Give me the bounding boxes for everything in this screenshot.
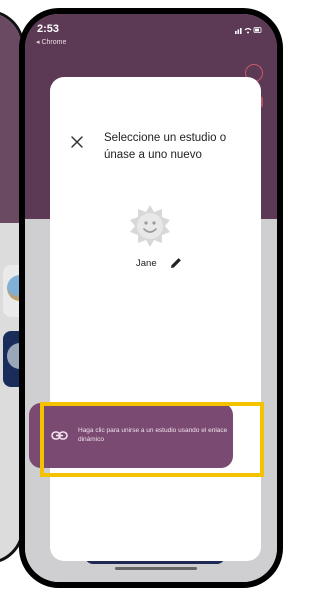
study-selection-modal: Seleccione un estudio o únase a uno nuev…	[50, 77, 261, 561]
join-study-link-label: Haga clic para unirse a un estudio usand…	[78, 427, 228, 443]
join-study-link-button[interactable]: Haga clic para unirse a un estudio usand…	[29, 403, 233, 468]
user-name: Jane	[136, 258, 157, 269]
status-bar: 2:53 ◂ Chrome	[25, 14, 277, 54]
back-to-app-link[interactable]: ◂ Chrome	[36, 38, 66, 46]
modal-title: Seleccione un estudio o únase a uno nuev…	[104, 132, 227, 161]
home-indicator	[115, 567, 197, 570]
status-icons	[235, 26, 263, 36]
phone-screen: 2:53 ◂ Chrome Seleccione un estudio o ún…	[25, 14, 277, 582]
status-time: 2:53	[37, 23, 60, 35]
screenshot-stage: 2:53 ◂ Chrome Seleccione un estudio o ún…	[0, 0, 298, 591]
link-icon	[51, 431, 68, 440]
pencil-icon[interactable]	[170, 257, 182, 269]
avatar-icon[interactable]	[128, 204, 172, 248]
adjacent-phone-header	[0, 13, 21, 223]
phone-frame: 2:53 ◂ Chrome Seleccione un estudio o ún…	[19, 8, 283, 588]
signal-wifi-battery-icon	[235, 27, 262, 34]
close-icon[interactable]	[70, 135, 84, 149]
